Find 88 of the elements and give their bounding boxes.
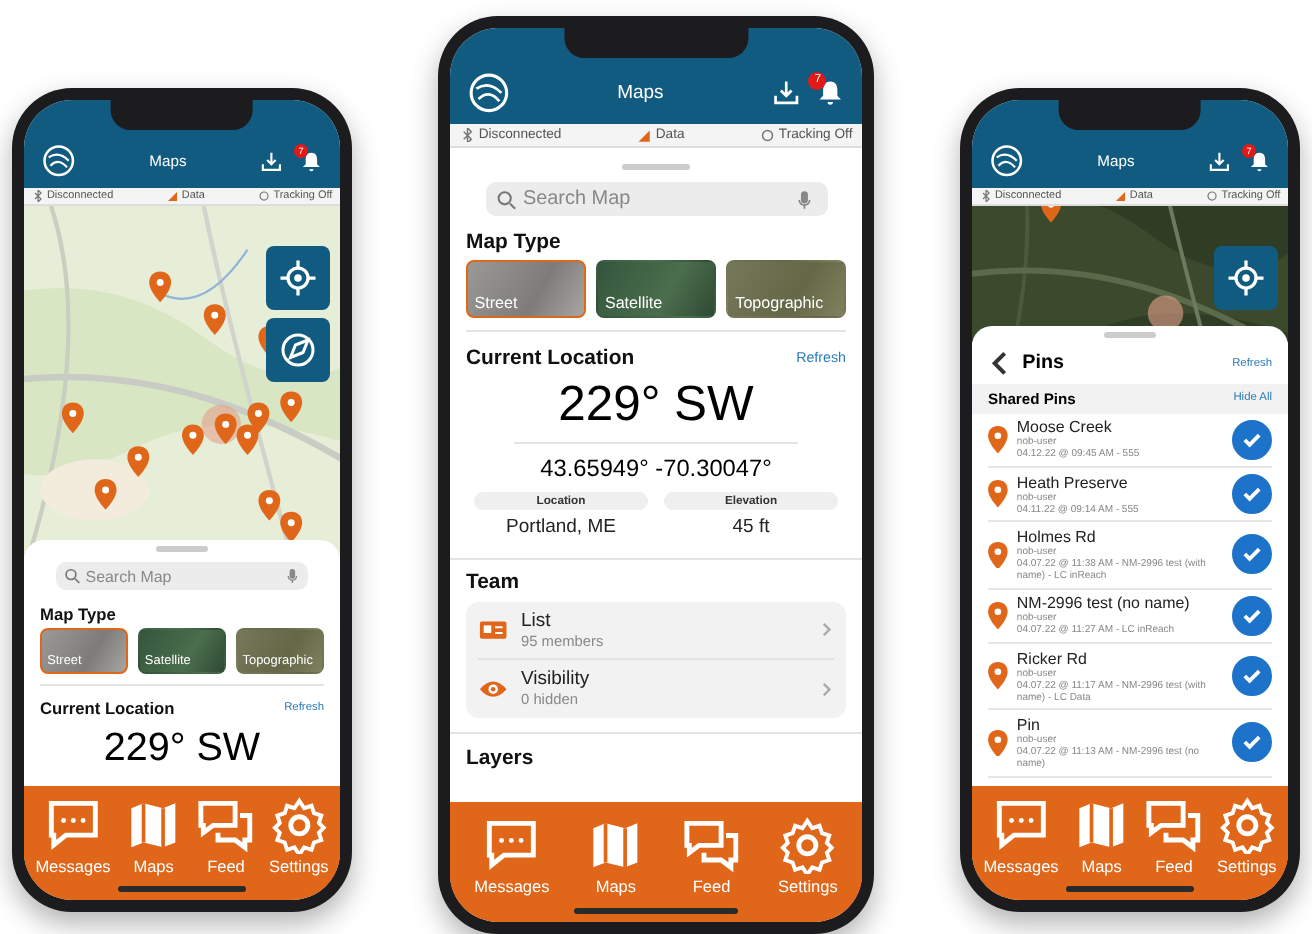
pin-checkbox[interactable] — [1232, 656, 1272, 697]
tab-bar-item[interactable]: Messages — [983, 795, 1059, 877]
section-heading: Layers — [466, 748, 536, 771]
pin-checkbox[interactable] — [1232, 419, 1272, 460]
tab-bar-item[interactable]: Maps — [124, 795, 183, 877]
ring-icon — [759, 127, 775, 143]
map-pin-icon — [988, 541, 1008, 569]
tab-bar-item[interactable]: Settings — [1216, 795, 1277, 877]
bluetooth-icon — [979, 190, 992, 203]
check-icon — [1240, 730, 1264, 755]
pin-checkbox[interactable] — [1232, 722, 1272, 763]
map-pin-icon — [988, 480, 1008, 508]
microphone-icon[interactable] — [283, 568, 300, 586]
search-icon — [64, 568, 81, 586]
map-pin-icon — [988, 426, 1008, 454]
map-pin-icon — [988, 729, 1008, 757]
crosshair-icon — [1226, 258, 1266, 299]
pin-checkbox[interactable] — [1232, 534, 1272, 575]
ring-icon — [1206, 190, 1219, 203]
coordinates-text: 43.65949° -70.30047° — [513, 441, 799, 482]
tab-bar-item[interactable]: Maps — [1072, 795, 1131, 877]
tab-bar-item[interactable]: Feed — [196, 795, 256, 877]
download-icon[interactable] — [771, 78, 800, 108]
tab-bar-item[interactable]: Feed — [682, 815, 741, 897]
map-type-tile[interactable]: Topographic — [726, 260, 846, 319]
locate-button[interactable] — [266, 246, 330, 311]
drag-handle[interactable] — [622, 163, 690, 170]
tab-bar-item[interactable]: Feed — [1144, 795, 1204, 877]
map-type-tile[interactable]: Satellite — [596, 260, 716, 319]
pin-checkbox[interactable] — [1232, 474, 1272, 515]
check-icon — [1240, 542, 1264, 567]
gear-icon — [269, 795, 329, 855]
section-heading: Current Location — [466, 347, 635, 370]
section-heading: Map Type — [40, 603, 118, 624]
compass-heading: 229° SW — [556, 378, 756, 435]
bell-icon[interactable] — [299, 149, 322, 173]
bluetooth-icon — [31, 190, 44, 203]
bell-icon[interactable] — [1247, 149, 1270, 173]
map-pin-icon — [988, 662, 1008, 690]
map-type-tile[interactable]: Street — [466, 260, 586, 319]
tab-bar-item[interactable]: Maps — [586, 815, 646, 897]
check-icon — [1240, 482, 1264, 507]
download-icon[interactable] — [1208, 149, 1232, 173]
compass-heading: 229° SW — [101, 725, 263, 772]
pin-checkbox[interactable] — [1232, 595, 1272, 636]
chat-bubbles-icon — [1144, 795, 1204, 855]
crosshair-icon — [278, 258, 318, 299]
home-indicator — [118, 886, 246, 892]
check-icon — [1240, 664, 1264, 689]
globe-logo-icon — [990, 144, 1024, 178]
section-heading: Current Location — [40, 698, 175, 719]
chat-bubble-icon — [43, 795, 103, 855]
chat-bubbles-icon — [682, 815, 741, 875]
microphone-icon[interactable] — [794, 188, 816, 210]
chat-bubbles-icon — [196, 795, 256, 855]
chat-bubble-icon — [482, 815, 542, 875]
tab-bar-item[interactable]: Settings — [778, 815, 838, 897]
phone-notch — [110, 100, 254, 130]
chevron-icon — [819, 622, 835, 638]
screen-title: Maps — [615, 81, 666, 104]
tab-bar-item[interactable]: Settings — [268, 795, 329, 877]
drag-handle[interactable] — [1103, 332, 1157, 339]
globe-logo-icon — [42, 144, 76, 178]
bluetooth-icon — [459, 127, 475, 143]
tab-bar-item[interactable]: Messages — [35, 795, 111, 877]
gear-icon — [1217, 795, 1277, 855]
section-heading: Team — [466, 572, 521, 595]
chevron-icon — [819, 681, 835, 697]
section-heading: Map Type — [466, 232, 563, 255]
stat-value: Portland, ME — [504, 516, 618, 539]
gear-icon — [778, 815, 838, 875]
drag-handle[interactable] — [155, 546, 209, 553]
search-icon — [496, 188, 518, 210]
phone-notch — [1058, 100, 1202, 130]
locate-button[interactable] — [1214, 246, 1278, 311]
tab-bar-item[interactable]: Messages — [474, 815, 550, 897]
home-indicator — [1066, 886, 1194, 892]
map-pin-icon — [988, 601, 1008, 630]
download-icon[interactable] — [260, 149, 284, 173]
globe-logo-icon — [468, 72, 510, 114]
compass-button[interactable] — [266, 318, 330, 383]
ring-icon — [258, 190, 271, 203]
stat-value: 45 ft — [730, 516, 772, 539]
search-field[interactable]: Search Map — [485, 182, 827, 217]
chat-bubble-icon — [991, 795, 1051, 855]
bell-icon[interactable] — [815, 78, 844, 108]
compass-icon — [278, 330, 318, 371]
panel-title: Pins — [1022, 352, 1066, 375]
